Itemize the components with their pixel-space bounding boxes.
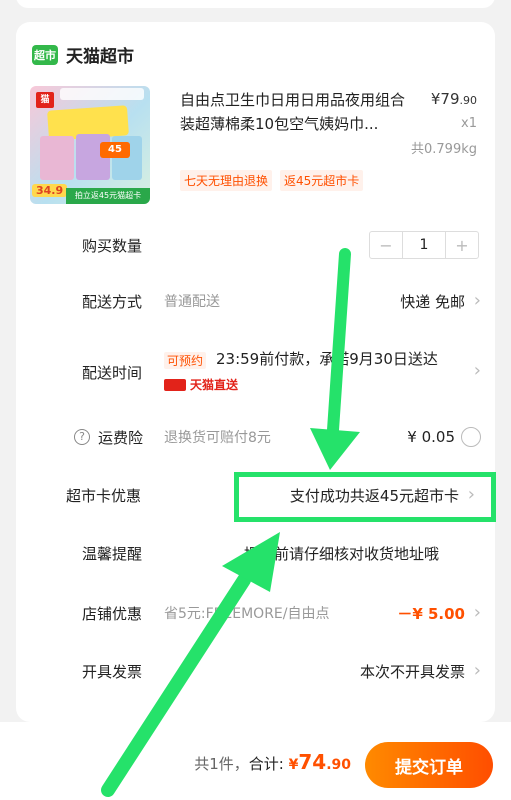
annotation-highlight-box: [234, 472, 496, 522]
product-title[interactable]: 自由点卫生巾日用日用品夜用组合装超薄棉柔10包空气姨妈巾...: [180, 88, 410, 136]
row-shipping-insurance[interactable]: ? 运费险 退换货可赔付8元 ¥ 0.05: [16, 422, 495, 452]
carrier-label: 天猫直送: [190, 378, 239, 392]
product-weight: 共0.799kg: [411, 142, 477, 157]
delivery-time-label: 配送时间: [82, 364, 143, 382]
total-decimal: .90: [326, 757, 351, 773]
insurance-label: 运费险: [98, 428, 144, 447]
quantity-stepper[interactable]: − 1 +: [369, 231, 479, 259]
item-count: 共1件，: [194, 755, 249, 773]
thumb-pack: [40, 136, 74, 180]
total-amount: ¥74.90: [289, 750, 351, 774]
plus-button[interactable]: +: [446, 232, 478, 258]
reminder-text: 提交前请仔细核对收货地址哦: [244, 544, 440, 563]
help-icon[interactable]: ?: [74, 429, 90, 445]
supermarket-card-label: 超市卡优惠: [66, 486, 142, 505]
preorder-badge: 可预约: [164, 352, 207, 369]
chevron-right-icon: ›: [473, 360, 481, 381]
tmall-icon: [164, 378, 186, 391]
quantity-input[interactable]: 1: [402, 232, 446, 258]
row-store-discount[interactable]: 店铺优惠 省5元:FREEMORE/自由点 －¥ 5.00 ›: [16, 598, 495, 628]
row-quantity: 购买数量 − 1 +: [16, 230, 495, 260]
submit-order-button[interactable]: 提交订单: [365, 742, 493, 788]
invoice-label: 开具发票: [82, 662, 143, 681]
product-quantity: x1: [461, 116, 477, 131]
thumb-bottom-band: 拍立返45元猫超卡: [66, 188, 150, 204]
store-discount-value: 省5元:FREEMORE/自由点: [164, 606, 330, 622]
thumb-badge: 45: [100, 142, 130, 158]
delivery-time-text: 23:59前付款，承诺9月30日送达: [216, 350, 438, 368]
total-main: 74: [298, 750, 327, 774]
tmall-direct: 天猫直送: [164, 376, 238, 393]
thumb-price: 34.9: [32, 184, 68, 197]
reminder-label: 温馨提醒: [82, 544, 143, 563]
chevron-right-icon: ›: [473, 660, 481, 681]
store-discount-label: 店铺优惠: [82, 604, 143, 623]
tag-cashback: 返45元超市卡: [280, 170, 364, 191]
row-delivery-method[interactable]: 配送方式 普通配送 快递 免邮 ›: [16, 286, 495, 316]
store-header[interactable]: 超市 天猫超市: [32, 42, 134, 67]
tag-seven-day-return: 七天无理由退换: [180, 170, 273, 191]
price-main: ¥79: [430, 90, 460, 108]
invoice-value: 本次不开具发票: [359, 662, 465, 681]
thumb-brand-bar: [60, 88, 144, 100]
product-tags: 七天无理由退换 返45元超市卡: [180, 170, 364, 191]
row-delivery-time[interactable]: 配送时间 可预约 23:59前付款，承诺9月30日送达 天猫直送 ›: [16, 348, 495, 396]
row-reminder: 温馨提醒 提交前请仔细核对收货地址哦: [16, 538, 495, 568]
currency-symbol: ¥: [288, 757, 299, 773]
chevron-right-icon: ›: [473, 290, 481, 311]
insurance-value: 退换货可赔付8元: [164, 430, 271, 446]
chevron-right-icon: ›: [473, 602, 481, 623]
store-name: 天猫超市: [66, 47, 134, 67]
product-thumbnail[interactable]: 猫 45 34.9 拍立返45元猫超卡: [30, 86, 150, 204]
thumb-tag-icon: 猫: [36, 92, 54, 108]
delivery-method-value: 普通配送: [164, 294, 220, 310]
price-decimal: .90: [459, 94, 478, 107]
order-total: 共1件，合计: ¥74.90: [194, 750, 351, 774]
total-label: 合计:: [248, 755, 284, 773]
row-invoice[interactable]: 开具发票 本次不开具发票 ›: [16, 656, 495, 686]
insurance-radio[interactable]: [461, 427, 481, 447]
insurance-price: ¥ 0.05: [407, 428, 455, 446]
delivery-method-label: 配送方式: [82, 292, 143, 311]
delivery-method-right: 快递 免邮: [400, 292, 465, 311]
tmall-supermarket-logo: 超市: [32, 44, 58, 65]
store-discount-amount: －¥ 5.00: [397, 604, 465, 623]
order-card: 超市 天猫超市 猫 45 34.9 拍立返45元猫超卡 自由点卫生巾日用日用品夜…: [16, 22, 495, 722]
minus-button[interactable]: −: [370, 232, 402, 258]
product-price: ¥79.90: [431, 90, 477, 108]
quantity-label: 购买数量: [82, 236, 143, 255]
checkout-bar: 共1件，合计: ¥74.90 提交订单: [0, 722, 511, 800]
previous-card-edge: [16, 0, 495, 8]
product-item[interactable]: 猫 45 34.9 拍立返45元猫超卡 自由点卫生巾日用日用品夜用组合装超薄棉柔…: [30, 86, 483, 206]
